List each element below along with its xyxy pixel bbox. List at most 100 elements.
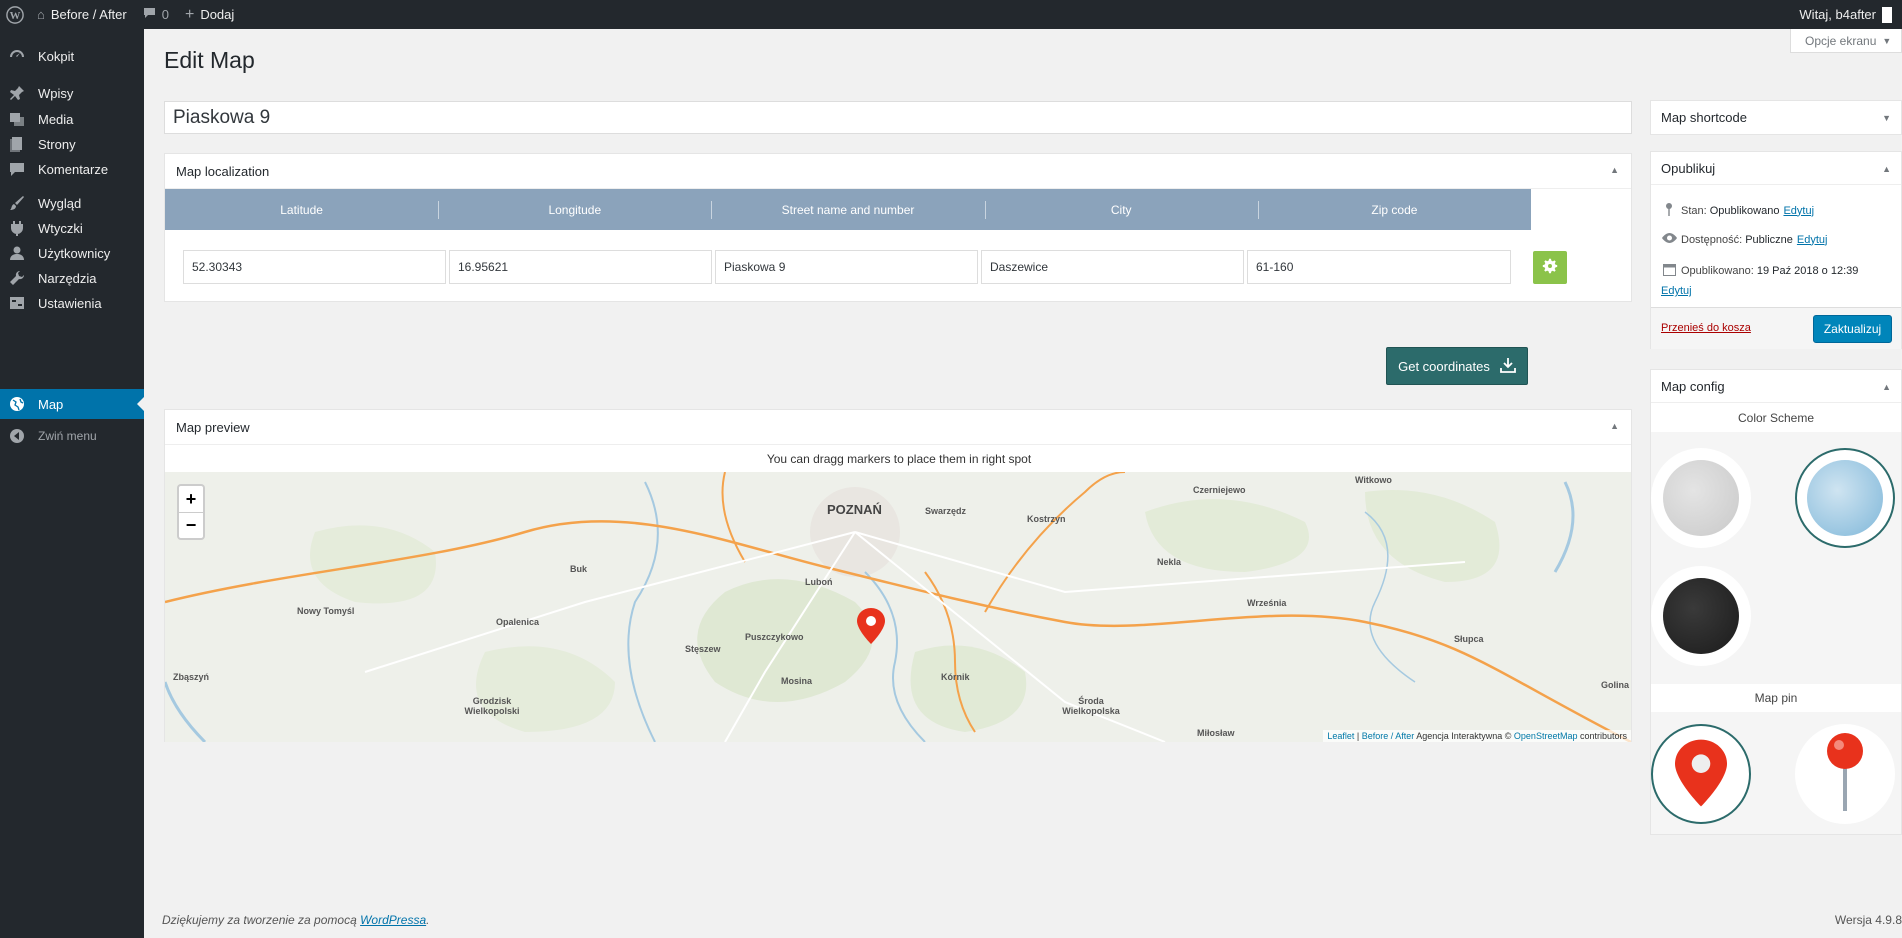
collapse-arrow-icon[interactable]: ▲	[1882, 382, 1891, 392]
map-shortcode-title[interactable]: Map shortcode	[1651, 101, 1901, 134]
menu-item-komentarze[interactable]: Komentarze	[0, 154, 144, 184]
publish-status: Stan: Opublikowano Edytuj	[1661, 202, 1814, 219]
map-shortcode-box: Map shortcode ▼	[1650, 100, 1902, 135]
map-label-nowy-tomysl: Nowy Tomyśl	[297, 606, 355, 616]
download-icon	[1499, 357, 1516, 376]
publish-visibility: Dostępność: Publiczne Edytuj	[1661, 233, 1828, 246]
pin-icon	[1661, 202, 1677, 219]
edit-visibility-link[interactable]: Edytuj	[1797, 234, 1828, 246]
menu-item-ustawienia[interactable]: Ustawienia	[0, 288, 144, 318]
street-input[interactable]: Piaskowa 9	[715, 250, 978, 284]
users-icon	[8, 244, 26, 262]
avatar	[1882, 6, 1892, 23]
menu-label: Komentarze	[38, 161, 109, 177]
collapse-arrow-icon[interactable]: ▲	[1610, 421, 1619, 431]
collapse-arrow-icon[interactable]: ▲	[1610, 165, 1619, 175]
latitude-input[interactable]: 52.30343	[183, 250, 446, 284]
get-coordinates-label: Get coordinates	[1398, 358, 1490, 374]
city-input[interactable]: Daszewice	[981, 250, 1244, 284]
comments-count: 0	[161, 7, 169, 22]
map-pin-title: Map pin	[1651, 684, 1901, 712]
map-preview-title[interactable]: Map preview	[165, 410, 1631, 445]
map-label-swarzedz: Swarzędz	[925, 506, 967, 516]
settings-icon	[8, 294, 26, 312]
pushpin-icon	[1825, 732, 1865, 816]
home-icon: ⌂	[37, 7, 45, 22]
map-label-witkowo: Witkowo	[1355, 475, 1392, 485]
longitude-input[interactable]: 16.95621	[449, 250, 712, 284]
map-label-kornik: Kórnik	[941, 672, 970, 682]
get-coordinates-button[interactable]: Get coordinates	[1386, 347, 1528, 385]
map-pin-option-marker[interactable]	[1651, 724, 1751, 824]
wordpress-link[interactable]: WordPressa	[360, 913, 426, 927]
my-account[interactable]: Witaj, b4after	[1791, 0, 1902, 29]
menu-item-kokpit[interactable]: Kokpit	[0, 41, 144, 71]
map-label-miloslaw: Miłosław	[1197, 728, 1235, 738]
site-name-link[interactable]: ⌂ Before / After	[29, 0, 135, 29]
menu-label: Wpisy	[38, 85, 74, 101]
map-localization-title[interactable]: Map localization	[165, 154, 1631, 189]
update-button[interactable]: Zaktualizuj	[1813, 315, 1892, 343]
openstreetmap-link[interactable]: OpenStreetMap	[1514, 731, 1578, 741]
map-label-puszczykowo: Puszczykowo	[745, 632, 804, 642]
map-localization-box: Map localization ▲ Latitude Longitude St…	[164, 153, 1632, 302]
expand-arrow-icon[interactable]: ▼	[1882, 113, 1891, 123]
marker-settings-button[interactable]	[1533, 251, 1567, 284]
collapse-menu-button[interactable]: Zwiń menu	[0, 421, 144, 451]
collapse-arrow-icon[interactable]: ▲	[1882, 164, 1891, 174]
menu-label: Wygląd	[38, 195, 82, 211]
menu-label: Kokpit	[38, 48, 75, 64]
post-title-input[interactable]	[164, 101, 1632, 134]
before-after-link[interactable]: Before / After	[1362, 731, 1415, 741]
pages-icon	[8, 135, 26, 153]
publish-title[interactable]: Opublikuj	[1651, 152, 1901, 185]
admin-menu: Kokpit Wpisy Media Strony Komentarze Wyg…	[0, 29, 144, 938]
globe-icon	[8, 395, 26, 413]
localization-row: 52.30343 16.95621 Piaskowa 9 Daszewice 6…	[183, 250, 1511, 284]
globe-light-icon	[1663, 460, 1739, 536]
wordpress-logo-icon[interactable]: W	[0, 0, 29, 29]
color-scheme-option-blue[interactable]	[1795, 448, 1895, 548]
gear-icon	[1541, 257, 1559, 278]
localization-table-header: Latitude Longitude Street name and numbe…	[165, 189, 1531, 230]
zoom-out-button[interactable]: −	[179, 512, 203, 538]
color-scheme-title: Color Scheme	[1651, 404, 1901, 432]
edit-status-link[interactable]: Edytuj	[1783, 205, 1814, 217]
column-header: Longitude	[438, 189, 711, 230]
attribution-contributors: contributors	[1577, 731, 1627, 741]
map-label-slupca: Słupca	[1454, 634, 1484, 644]
map-canvas[interactable]: POZNAŃ Swarzędz Kostrzyn Czerniejewo Wit…	[165, 472, 1631, 742]
map-pin-option-pushpin[interactable]	[1795, 724, 1895, 824]
menu-label: Narzędzia	[38, 270, 97, 286]
screen-options-button[interactable]: Opcje ekranu ▼	[1790, 29, 1902, 53]
menu-label: Strony	[38, 136, 76, 152]
map-label-buk: Buk	[570, 564, 588, 574]
attribution-agency: Agencja Interaktywna ©	[1414, 731, 1514, 741]
color-scheme-option-dark[interactable]	[1651, 566, 1751, 666]
color-scheme-option-light[interactable]	[1651, 448, 1751, 548]
map-label-opalenica: Opalenica	[496, 617, 540, 627]
leaflet-link[interactable]: Leaflet	[1327, 731, 1354, 741]
published-label: Opublikowano:	[1681, 265, 1754, 277]
map-label-kostrzyn: Kostrzyn	[1027, 514, 1066, 524]
zip-code-input[interactable]: 61-160	[1247, 250, 1511, 284]
footer-thanks: Dziękujemy za tworzenie za pomocą WordPr…	[162, 913, 429, 927]
new-content-link[interactable]: + Dodaj	[177, 0, 242, 29]
attribution-separator: |	[1354, 731, 1362, 741]
greeting: Witaj, b4after	[1799, 7, 1876, 22]
brush-icon	[8, 194, 26, 212]
published-value: 19 Paź 2018 o 12:39	[1756, 265, 1859, 277]
svg-text:W: W	[9, 10, 20, 22]
column-header: Latitude	[280, 202, 323, 217]
map-config-title[interactable]: Map config	[1651, 370, 1901, 403]
edit-date-link[interactable]: Edytuj	[1661, 285, 1692, 297]
zoom-in-button[interactable]: +	[179, 486, 203, 512]
menu-label: Map	[38, 396, 64, 412]
comments-link[interactable]: 0	[135, 0, 177, 29]
map-label-poznan: POZNAŃ	[827, 502, 882, 517]
move-to-trash-link[interactable]: Przenieś do kosza	[1661, 322, 1751, 334]
zoom-control: + −	[177, 484, 205, 540]
eye-icon	[1661, 233, 1677, 246]
media-icon	[8, 110, 26, 128]
menu-item-map[interactable]: Map	[0, 389, 144, 419]
